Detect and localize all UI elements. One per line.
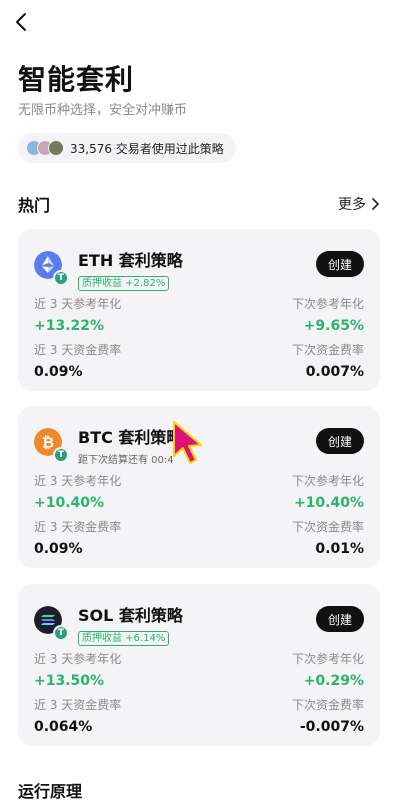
next-apr: 下次参考年化 +10.40%: [292, 472, 364, 511]
stat-label: 下次参考年化: [291, 474, 364, 488]
stat-value: +10.40%: [293, 495, 364, 511]
mouse-pointer-icon: [173, 421, 202, 464]
avatar-stack: [26, 140, 64, 156]
recent-apr: 近 3 天参考年化 +13.50%: [34, 650, 121, 689]
traders-count-text: 33,576 交易者使用过此策略: [70, 141, 224, 156]
how-it-works-title: 运行原理: [18, 782, 83, 801]
strategy-card-eth[interactable]: T ETH 套利策略 质押收益 +2.82% 创建 近 3 天参考年化 +13.…: [18, 229, 380, 391]
staking-yield-tag: 质押收益 +2.82%: [78, 276, 170, 291]
traders-count-badge: 33,576 交易者使用过此策略: [18, 133, 236, 163]
page-subtitle: 无限币种选择，安全对冲赚币: [18, 103, 188, 118]
recent-apr: 近 3 天参考年化 +13.22%: [34, 295, 121, 334]
tether-icon: T: [53, 270, 69, 286]
sol-coin-icon: T: [34, 606, 69, 641]
chevron-right-icon: [372, 198, 380, 210]
more-link[interactable]: 更多: [338, 194, 380, 214]
stat-label: 下次参考年化: [291, 297, 364, 311]
settlement-countdown: 距下次结算还有 00:4: [78, 455, 174, 466]
recent-funding-rate: 近 3 天资金费率 0.064%: [34, 696, 121, 735]
stat-label: 近 3 天资金费率: [34, 343, 122, 357]
create-button[interactable]: 创建: [316, 428, 364, 454]
next-funding-rate: 下次资金费率 0.007%: [292, 341, 364, 380]
stat-label: 近 3 天参考年化: [34, 652, 122, 666]
stat-value: -0.007%: [299, 719, 364, 735]
stat-value: 0.01%: [315, 541, 364, 557]
strategy-name: ETH 套利策略: [78, 251, 183, 270]
next-funding-rate: 下次资金费率 0.01%: [292, 518, 364, 557]
recent-apr: 近 3 天参考年化 +10.40%: [34, 472, 121, 511]
back-chevron-icon[interactable]: [10, 10, 34, 34]
stat-value: +13.22%: [34, 318, 105, 334]
avatar: [48, 140, 64, 156]
staking-yield-tag: 质押收益 +6.14%: [78, 631, 170, 646]
stat-value: 0.007%: [305, 364, 364, 380]
strategy-name: BTC 套利策略: [78, 428, 183, 447]
page-title: 智能套利: [18, 63, 135, 96]
strategy-name: SOL 套利策略: [78, 606, 183, 625]
stat-value: 0.064%: [34, 719, 93, 735]
next-apr: 下次参考年化 +9.65%: [292, 295, 364, 334]
stat-value: 0.09%: [34, 541, 83, 557]
next-apr: 下次参考年化 +0.29%: [292, 650, 364, 689]
stat-value: 0.09%: [34, 364, 83, 380]
hot-section-header: 热门 更多: [18, 192, 380, 216]
recent-funding-rate: 近 3 天资金费率 0.09%: [34, 341, 121, 380]
create-button[interactable]: 创建: [316, 251, 364, 277]
eth-coin-icon: T: [34, 251, 69, 286]
btc-coin-icon: ₿ T: [34, 428, 69, 463]
create-button[interactable]: 创建: [316, 606, 364, 632]
tether-icon: T: [53, 447, 69, 463]
stat-label: 近 3 天参考年化: [34, 474, 122, 488]
stat-label: 下次资金费率: [291, 698, 364, 712]
stat-value: +9.65%: [303, 318, 364, 334]
more-label: 更多: [338, 197, 366, 213]
stat-value: +13.50%: [34, 673, 105, 689]
strategy-card-sol[interactable]: T SOL 套利策略 质押收益 +6.14% 创建 近 3 天参考年化 +13.…: [18, 584, 380, 746]
stat-label: 近 3 天资金费率: [34, 698, 122, 712]
section-title: 热门: [18, 196, 51, 215]
next-funding-rate: 下次资金费率 -0.007%: [292, 696, 364, 735]
recent-funding-rate: 近 3 天资金费率 0.09%: [34, 518, 121, 557]
tether-icon: T: [53, 625, 69, 641]
stat-label: 近 3 天资金费率: [34, 520, 122, 534]
svg-text:₿: ₿: [42, 434, 54, 452]
stat-label: 下次参考年化: [291, 652, 364, 666]
stat-label: 下次资金费率: [291, 343, 364, 357]
stat-value: +0.29%: [303, 673, 364, 689]
stat-label: 下次资金费率: [291, 520, 364, 534]
stat-value: +10.40%: [34, 495, 105, 511]
stat-label: 近 3 天参考年化: [34, 297, 122, 311]
